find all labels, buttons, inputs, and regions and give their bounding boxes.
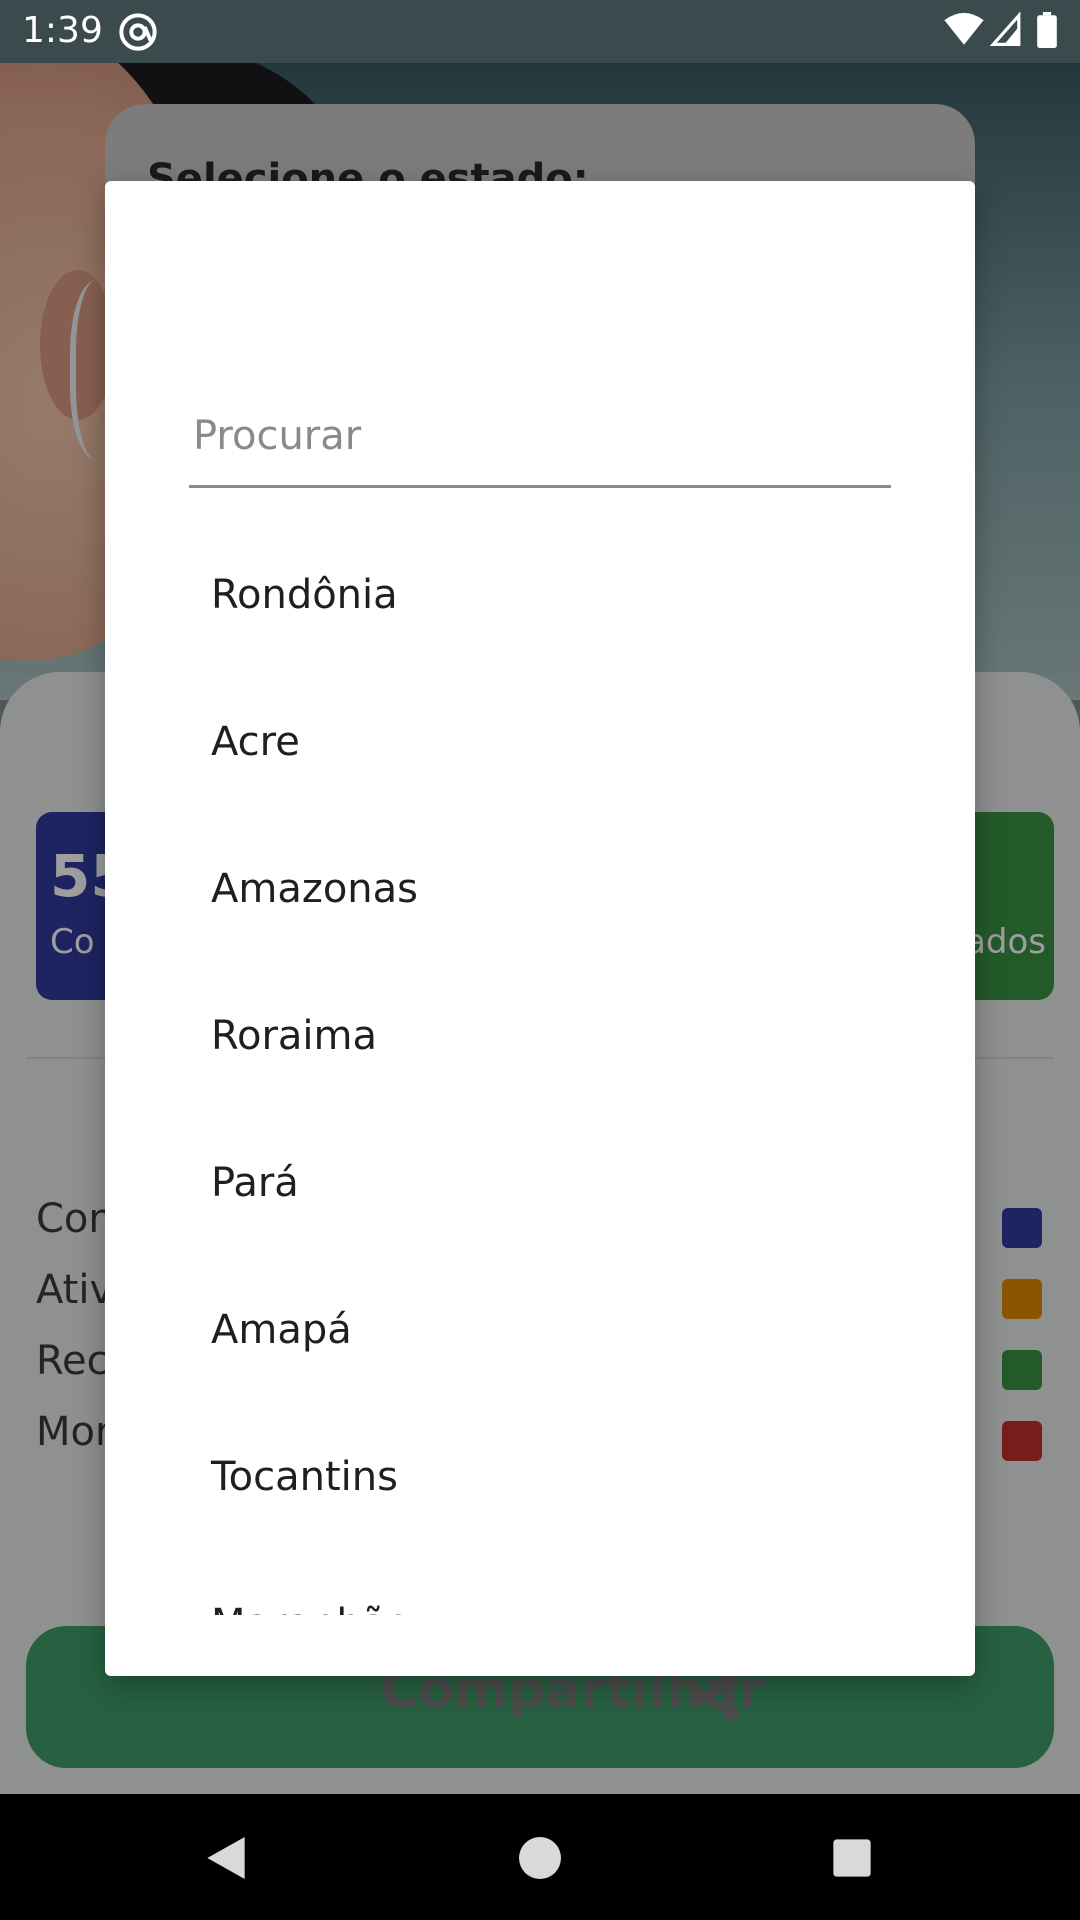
wifi-icon: [944, 12, 984, 45]
list-item-label: Rondônia: [211, 572, 398, 618]
back-icon[interactable]: [198, 1830, 254, 1886]
state-item-tocantins[interactable]: Tocantins: [105, 1409, 975, 1556]
navigation-bar: [0, 1794, 1080, 1920]
state-item-acre[interactable]: Acre: [105, 674, 975, 821]
home-icon[interactable]: [512, 1830, 568, 1886]
search-input[interactable]: [193, 391, 883, 481]
list-item-label: Tocantins: [211, 1454, 398, 1500]
state-item-rondonia[interactable]: Rondônia: [105, 527, 975, 674]
battery-icon: [1037, 12, 1057, 48]
app-screen: 55 Co ados Con Ativ Rec Mor Compartilhar…: [0, 0, 1080, 1794]
state-picker-dialog: Rondônia Acre Amazonas Roraima Pará Amap…: [105, 181, 975, 1676]
state-item-amapa[interactable]: Amapá: [105, 1262, 975, 1409]
list-item-label: Pará: [211, 1160, 299, 1206]
signal-icon: [990, 12, 1021, 46]
state-item-roraima[interactable]: Roraima: [105, 968, 975, 1115]
status-bar: 1:39: [0, 0, 1080, 63]
list-item-label: Amazonas: [211, 866, 419, 912]
at-sign-icon: [119, 13, 157, 51]
list-item-label: Maranhão: [211, 1601, 411, 1615]
state-item-maranhao[interactable]: Maranhão: [105, 1556, 975, 1615]
state-item-para[interactable]: Pará: [105, 1115, 975, 1262]
recents-icon[interactable]: [824, 1830, 880, 1886]
state-item-amazonas[interactable]: Amazonas: [105, 821, 975, 968]
status-time: 1:39: [22, 10, 103, 51]
list-item-label: Roraima: [211, 1013, 378, 1059]
state-list[interactable]: Rondônia Acre Amazonas Roraima Pará Amap…: [105, 527, 975, 1615]
list-item-label: Amapá: [211, 1307, 352, 1353]
list-item-label: Acre: [211, 719, 300, 765]
search-field[interactable]: [189, 391, 891, 488]
